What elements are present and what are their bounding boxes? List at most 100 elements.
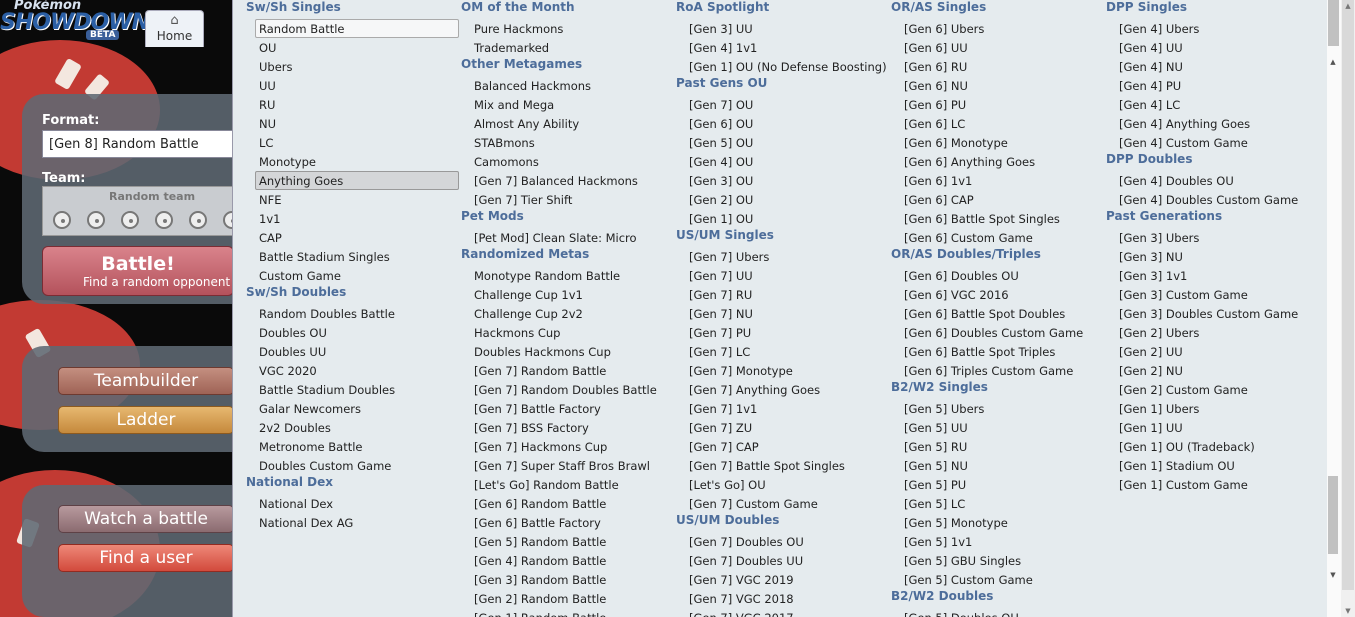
format-option[interactable]: [Gen 6] OU bbox=[685, 114, 889, 133]
format-option[interactable]: [Gen 7] VGC 2017 bbox=[685, 608, 889, 617]
format-option[interactable]: [Gen 6] LC bbox=[900, 114, 1104, 133]
format-option[interactable]: [Gen 1] OU (Tradeback) bbox=[1115, 437, 1319, 456]
format-option[interactable]: [Gen 5] Doubles OU bbox=[900, 608, 1104, 617]
format-option[interactable]: [Gen 7] ZU bbox=[685, 418, 889, 437]
format-option[interactable]: Doubles Custom Game bbox=[255, 456, 459, 475]
format-select[interactable]: [Gen 8] Random Battle bbox=[42, 130, 234, 158]
format-option[interactable]: [Gen 5] GBU Singles bbox=[900, 551, 1104, 570]
format-option[interactable]: Challenge Cup 2v2 bbox=[470, 304, 674, 323]
format-option[interactable]: [Gen 6] PU bbox=[900, 95, 1104, 114]
format-option[interactable]: [Gen 6] UU bbox=[900, 38, 1104, 57]
format-option[interactable]: [Gen 7] Random Doubles Battle bbox=[470, 380, 674, 399]
format-option[interactable]: [Gen 3] Custom Game bbox=[1115, 285, 1319, 304]
format-option[interactable]: [Gen 7] Tier Shift bbox=[470, 190, 674, 209]
format-option[interactable]: [Gen 7] Anything Goes bbox=[685, 380, 889, 399]
format-option[interactable]: [Gen 1] Random Battle bbox=[470, 608, 674, 617]
format-option[interactable]: [Gen 4] PU bbox=[1115, 76, 1319, 95]
format-option[interactable]: [Gen 5] Monotype bbox=[900, 513, 1104, 532]
format-option[interactable]: [Gen 6] 1v1 bbox=[900, 171, 1104, 190]
format-option[interactable]: STABmons bbox=[470, 133, 674, 152]
format-option[interactable]: [Gen 4] Random Battle bbox=[470, 551, 674, 570]
format-option[interactable]: 1v1 bbox=[255, 209, 459, 228]
ladder-button[interactable]: Ladder bbox=[58, 406, 234, 434]
format-option[interactable]: [Gen 3] 1v1 bbox=[1115, 266, 1319, 285]
format-option[interactable]: [Gen 5] OU bbox=[685, 133, 889, 152]
format-option[interactable]: [Gen 7] RU bbox=[685, 285, 889, 304]
format-option[interactable]: [Gen 6] Battle Spot Triples bbox=[900, 342, 1104, 361]
format-option[interactable]: [Gen 7] Ubers bbox=[685, 247, 889, 266]
format-option[interactable]: Balanced Hackmons bbox=[470, 76, 674, 95]
format-option[interactable]: [Gen 7] CAP bbox=[685, 437, 889, 456]
format-option[interactable]: [Gen 6] CAP bbox=[900, 190, 1104, 209]
format-option[interactable]: [Gen 7] Balanced Hackmons bbox=[470, 171, 674, 190]
format-option[interactable]: [Gen 6] NU bbox=[900, 76, 1104, 95]
format-option[interactable]: Ubers bbox=[255, 57, 459, 76]
format-option[interactable]: [Gen 6] Random Battle bbox=[470, 494, 674, 513]
scrollbar-thumb[interactable] bbox=[1328, 476, 1338, 554]
tab-home[interactable]: ⌂ Home bbox=[145, 10, 204, 47]
format-option[interactable]: [Gen 7] Hackmons Cup bbox=[470, 437, 674, 456]
format-option[interactable]: [Gen 4] NU bbox=[1115, 57, 1319, 76]
format-option[interactable]: [Gen 7] Custom Game bbox=[685, 494, 889, 513]
format-option[interactable]: [Gen 6] Doubles Custom Game bbox=[900, 323, 1104, 342]
format-option[interactable]: Random Battle bbox=[255, 19, 459, 38]
format-option[interactable]: Battle Stadium Doubles bbox=[255, 380, 459, 399]
format-option[interactable]: [Gen 6] VGC 2016 bbox=[900, 285, 1104, 304]
format-option[interactable]: Challenge Cup 1v1 bbox=[470, 285, 674, 304]
format-option[interactable]: [Gen 3] Ubers bbox=[1115, 228, 1319, 247]
format-option[interactable]: Galar Newcomers bbox=[255, 399, 459, 418]
format-option[interactable]: Anything Goes bbox=[255, 171, 459, 190]
format-option[interactable]: [Gen 6] Doubles OU bbox=[900, 266, 1104, 285]
format-option[interactable]: Doubles UU bbox=[255, 342, 459, 361]
format-option[interactable]: [Gen 7] Battle Spot Singles bbox=[685, 456, 889, 475]
format-option[interactable]: [Gen 7] Doubles UU bbox=[685, 551, 889, 570]
page-scrollbar-thumb[interactable] bbox=[1342, 0, 1354, 590]
format-option[interactable]: [Gen 5] LC bbox=[900, 494, 1104, 513]
format-option[interactable]: [Gen 5] Random Battle bbox=[470, 532, 674, 551]
format-option[interactable]: [Gen 4] OU bbox=[685, 152, 889, 171]
format-option[interactable]: OU bbox=[255, 38, 459, 57]
format-option[interactable]: [Let's Go] OU bbox=[685, 475, 889, 494]
format-option[interactable]: [Gen 6] Battle Spot Singles bbox=[900, 209, 1104, 228]
format-option[interactable]: Doubles Hackmons Cup bbox=[470, 342, 674, 361]
format-option[interactable]: [Gen 6] Monotype bbox=[900, 133, 1104, 152]
format-option[interactable]: [Gen 6] Custom Game bbox=[900, 228, 1104, 247]
scrollbar-thumb-top[interactable] bbox=[1328, 0, 1339, 46]
format-option[interactable]: Monotype bbox=[255, 152, 459, 171]
format-option[interactable]: VGC 2020 bbox=[255, 361, 459, 380]
format-option[interactable]: [Gen 3] NU bbox=[1115, 247, 1319, 266]
format-option[interactable]: Monotype Random Battle bbox=[470, 266, 674, 285]
format-option[interactable]: [Gen 1] Stadium OU bbox=[1115, 456, 1319, 475]
format-option[interactable]: [Gen 6] RU bbox=[900, 57, 1104, 76]
format-option[interactable]: [Gen 1] Custom Game bbox=[1115, 475, 1319, 494]
format-option[interactable]: [Gen 7] NU bbox=[685, 304, 889, 323]
scroll-down-icon[interactable]: ▼ bbox=[1328, 570, 1338, 580]
format-option[interactable]: Hackmons Cup bbox=[470, 323, 674, 342]
format-option[interactable]: [Gen 5] Custom Game bbox=[900, 570, 1104, 589]
format-option[interactable]: Trademarked bbox=[470, 38, 674, 57]
format-option[interactable]: [Gen 7] Monotype bbox=[685, 361, 889, 380]
format-option[interactable]: NFE bbox=[255, 190, 459, 209]
team-select[interactable]: Random team bbox=[42, 186, 241, 236]
battle-button[interactable]: Battle! Find a random opponent bbox=[42, 246, 234, 296]
format-option[interactable]: [Gen 5] UU bbox=[900, 418, 1104, 437]
teambuilder-button[interactable]: Teambuilder bbox=[58, 367, 234, 395]
format-option[interactable]: [Gen 2] UU bbox=[1115, 342, 1319, 361]
scroll-up-icon[interactable]: ▲ bbox=[1328, 57, 1338, 67]
format-option[interactable]: [Gen 4] LC bbox=[1115, 95, 1319, 114]
format-option[interactable]: [Gen 4] Ubers bbox=[1115, 19, 1319, 38]
format-option[interactable]: [Gen 2] Custom Game bbox=[1115, 380, 1319, 399]
format-option[interactable]: [Gen 6] Battle Spot Doubles bbox=[900, 304, 1104, 323]
watch-battle-button[interactable]: Watch a battle bbox=[58, 505, 234, 533]
format-option[interactable]: [Gen 7] PU bbox=[685, 323, 889, 342]
format-option[interactable]: [Gen 2] NU bbox=[1115, 361, 1319, 380]
format-option[interactable]: [Gen 6] Ubers bbox=[900, 19, 1104, 38]
format-option[interactable]: [Gen 7] Doubles OU bbox=[685, 532, 889, 551]
format-option[interactable]: Mix and Mega bbox=[470, 95, 674, 114]
format-option[interactable]: [Gen 6] Battle Factory bbox=[470, 513, 674, 532]
format-option[interactable]: [Gen 5] 1v1 bbox=[900, 532, 1104, 551]
format-option[interactable]: [Gen 5] PU bbox=[900, 475, 1104, 494]
format-option[interactable]: Custom Game bbox=[255, 266, 459, 285]
format-option[interactable]: Pure Hackmons bbox=[470, 19, 674, 38]
format-option[interactable]: RU bbox=[255, 95, 459, 114]
